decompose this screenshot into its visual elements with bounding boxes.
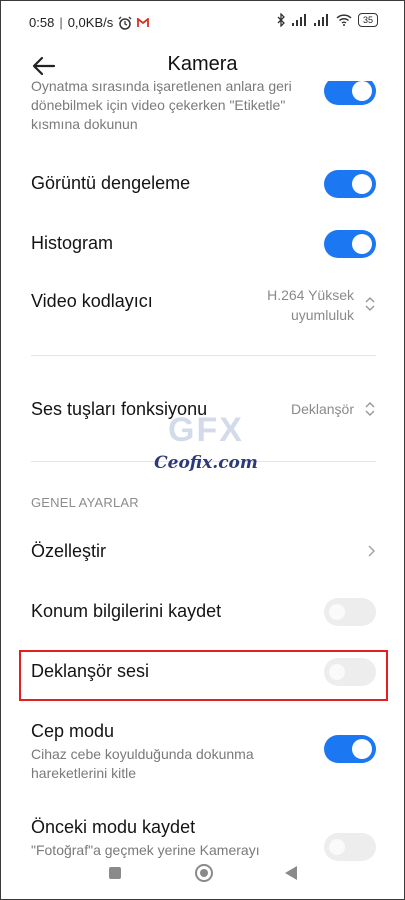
- pocket-mode-toggle[interactable]: [324, 735, 376, 763]
- setting-description: hareketlerini kitle: [31, 765, 137, 781]
- updown-chevron-icon: [365, 401, 375, 417]
- setting-label: Önceki modu kaydet: [31, 817, 196, 837]
- stabilization-toggle[interactable]: [324, 170, 376, 198]
- section-header-general: GENEL AYARLAR: [31, 495, 139, 510]
- nav-back-button[interactable]: [285, 866, 297, 880]
- wifi-icon: [336, 14, 352, 26]
- setting-description: dönebilmek için video çekerken "Etiketle…: [31, 97, 286, 113]
- chevron-right-icon: [368, 545, 376, 557]
- setting-description: Oynatma sırasında işaretlenen anlara ger…: [31, 81, 292, 94]
- updown-chevron-icon: [365, 296, 375, 312]
- setting-description: kısmına dokunun: [31, 116, 138, 132]
- gmail-icon: [137, 17, 150, 27]
- stabilization-setting[interactable]: Görüntü dengeleme: [31, 169, 376, 199]
- tag-moments-toggle[interactable]: [324, 81, 376, 105]
- settings-list[interactable]: Oynatma sırasında işaretlenen anlara ger…: [1, 81, 404, 861]
- navigation-bar: [1, 849, 404, 899]
- status-bar: 0:58 | 0,0KB/s 35: [1, 1, 404, 45]
- histogram-toggle[interactable]: [324, 230, 376, 258]
- customize-setting[interactable]: Özelleştir: [31, 537, 376, 567]
- signal-icon: [291, 14, 308, 26]
- video-codec-setting[interactable]: Video kodlayıcı H.264 Yüksek uyumluluk: [31, 285, 376, 329]
- divider: [31, 355, 376, 356]
- battery-icon: 35: [357, 13, 378, 27]
- volume-keys-setting[interactable]: Ses tuşları fonksiyonu Deklanşör: [31, 395, 376, 425]
- tag-moments-setting[interactable]: Oynatma sırasında işaretlenen anlara ger…: [31, 81, 376, 134]
- setting-label: Özelleştir: [31, 541, 107, 561]
- bluetooth-icon: [277, 13, 285, 27]
- pocket-mode-setting[interactable]: Cep modu Cihaz cebe koyulduğunda dokunma…: [31, 721, 376, 785]
- histogram-setting[interactable]: Histogram: [31, 229, 376, 259]
- home-button[interactable]: [195, 864, 213, 882]
- network-speed: 0,0KB/s: [67, 15, 114, 30]
- setting-label: Cep modu: [31, 721, 115, 741]
- signal-icon: [313, 14, 330, 26]
- clock: 0:58: [29, 15, 55, 30]
- alarm-icon: [118, 16, 132, 30]
- setting-value: Deklanşör: [290, 401, 354, 417]
- page-title: Kamera: [167, 53, 238, 75]
- location-toggle[interactable]: [324, 598, 376, 626]
- setting-value: H.264 Yüksek uyumluluk: [267, 287, 354, 323]
- divider: [31, 461, 376, 462]
- setting-label: Video kodlayıcı: [31, 291, 153, 311]
- highlight-box: [19, 650, 388, 701]
- location-setting[interactable]: Konum bilgilerini kaydet: [31, 597, 376, 627]
- recents-button[interactable]: [109, 867, 121, 879]
